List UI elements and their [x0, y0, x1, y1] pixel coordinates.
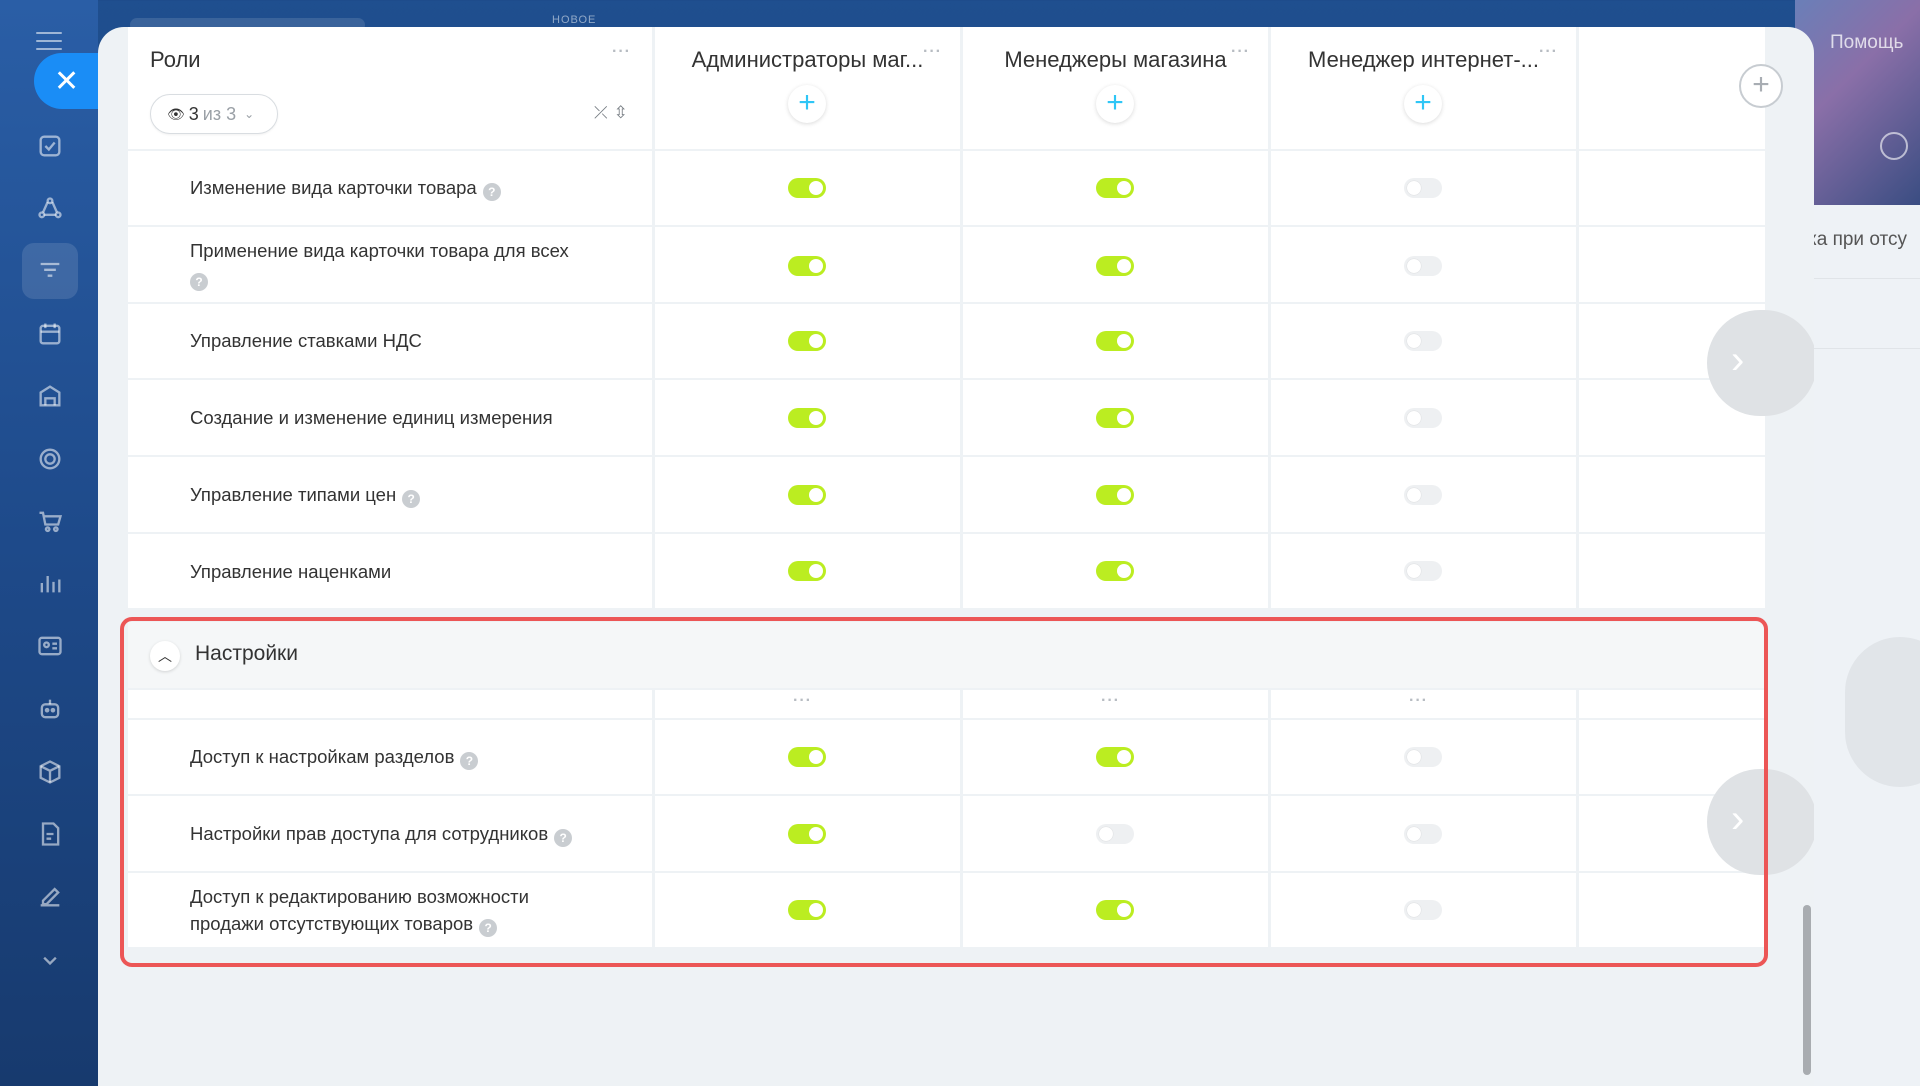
cart-icon[interactable] [34, 505, 66, 537]
robot-icon[interactable] [34, 693, 66, 725]
table-row: Изменение вида карточки товара? [128, 151, 1765, 225]
background-text: ка при отсу [1808, 229, 1907, 250]
permission-toggle[interactable] [1096, 408, 1134, 428]
add-permission-button[interactable]: + [1096, 85, 1134, 123]
role-title[interactable]: Администраторы маг... [655, 47, 960, 73]
tasks-icon[interactable] [34, 130, 66, 162]
scrollbar[interactable] [1803, 905, 1811, 1075]
role-title[interactable]: Менеджер интернет-... [1271, 47, 1576, 73]
permission-label: Изменение вида карточки товара? [190, 174, 501, 201]
permission-toggle[interactable] [1096, 331, 1134, 351]
chevron-down-icon: ⌄ [244, 107, 255, 121]
table-row: Применение вида карточки товара для всех… [128, 227, 1765, 302]
roles-title: Роли [150, 47, 201, 72]
help-link[interactable]: Помощь [1830, 32, 1903, 54]
role-column-header: Менеджер интернет-... ··· + [1271, 27, 1576, 149]
visible-count: 3 [188, 103, 199, 124]
scroll-right-button[interactable]: › [1707, 310, 1814, 416]
permission-label: Создание и изменение единиц измерения [190, 407, 553, 428]
calendar-icon[interactable] [34, 318, 66, 350]
highlight-frame [120, 617, 1768, 967]
more-icon[interactable]: ··· [923, 43, 942, 61]
table-row: Управление наценками [128, 534, 1765, 608]
table-row: Управление типами цен? [128, 457, 1765, 532]
add-permission-button[interactable]: + [788, 85, 826, 123]
collapse-expand-icons[interactable]: ⤫⇳ [594, 103, 634, 123]
table-header: Роли ··· 👁 3 из 3 ⌄ ⤫⇳ Администраторы ма… [128, 27, 1783, 149]
background-arrow [1845, 637, 1920, 787]
permission-toggle[interactable] [1404, 178, 1442, 198]
more-icon[interactable]: ··· [1539, 43, 1558, 61]
analytics-icon[interactable] [34, 567, 66, 599]
permission-toggle[interactable] [1096, 256, 1134, 276]
permission-toggle[interactable] [788, 178, 826, 198]
permission-label: Управление типами цен? [190, 481, 421, 508]
add-role-button[interactable]: + [1739, 64, 1783, 108]
help-icon[interactable]: ? [482, 183, 501, 201]
permission-toggle[interactable] [788, 331, 826, 351]
more-icon[interactable]: ··· [1231, 43, 1250, 61]
permission-toggle[interactable] [1404, 485, 1442, 505]
table-row: Создание и изменение единиц измерения [128, 380, 1765, 455]
new-badge: НОВОЕ [552, 14, 597, 26]
help-icon[interactable]: ? [402, 490, 421, 508]
crm-icon[interactable] [34, 193, 66, 225]
permission-label: Управление ставками НДС [190, 330, 422, 351]
add-role-cell: + [1579, 27, 1783, 149]
permission-toggle[interactable] [788, 485, 826, 505]
divider [1808, 278, 1920, 279]
roles-header-cell: Роли ··· 👁 3 из 3 ⌄ ⤫⇳ [128, 27, 652, 149]
box-icon[interactable] [34, 756, 66, 788]
more-icon[interactable] [34, 944, 66, 976]
permission-toggle[interactable] [1096, 485, 1134, 505]
sign-icon[interactable] [34, 880, 66, 912]
permission-toggle[interactable] [1096, 561, 1134, 581]
store-icon[interactable] [34, 380, 66, 412]
permission-toggle[interactable] [788, 561, 826, 581]
help-icon[interactable]: ? [190, 273, 208, 291]
add-permission-button[interactable]: + [1404, 85, 1442, 123]
permission-toggle[interactable] [1404, 256, 1442, 276]
permission-label: Управление наценками [190, 561, 392, 582]
permission-toggle[interactable] [788, 408, 826, 428]
eye-icon: 👁 [167, 105, 185, 122]
left-sidebar [0, 0, 98, 1086]
divider [1808, 348, 1920, 349]
permission-label: Применение вида карточки товара для всех… [190, 240, 569, 291]
role-column-header: Менеджеры магазина ··· + [963, 27, 1268, 149]
visibility-filter[interactable]: 👁 3 из 3 ⌄ [150, 94, 278, 134]
document-icon[interactable] [34, 818, 66, 850]
catalog-icon[interactable] [22, 243, 78, 299]
permission-toggle[interactable] [1096, 178, 1134, 198]
permission-toggle[interactable] [1404, 331, 1442, 351]
contacts-icon[interactable] [34, 630, 66, 662]
permission-toggle[interactable] [1404, 408, 1442, 428]
gear-icon[interactable] [1880, 132, 1908, 160]
role-title[interactable]: Менеджеры магазина [963, 47, 1268, 73]
close-button[interactable]: ✕ [34, 53, 100, 109]
target-icon[interactable] [34, 443, 66, 475]
role-column-header: Администраторы маг... ··· + [655, 27, 960, 149]
more-icon[interactable]: ··· [612, 43, 631, 61]
table-row: Управление ставками НДС [128, 304, 1765, 378]
permission-toggle[interactable] [788, 256, 826, 276]
permission-toggle[interactable] [1404, 561, 1442, 581]
visible-total: из 3 [202, 103, 237, 124]
